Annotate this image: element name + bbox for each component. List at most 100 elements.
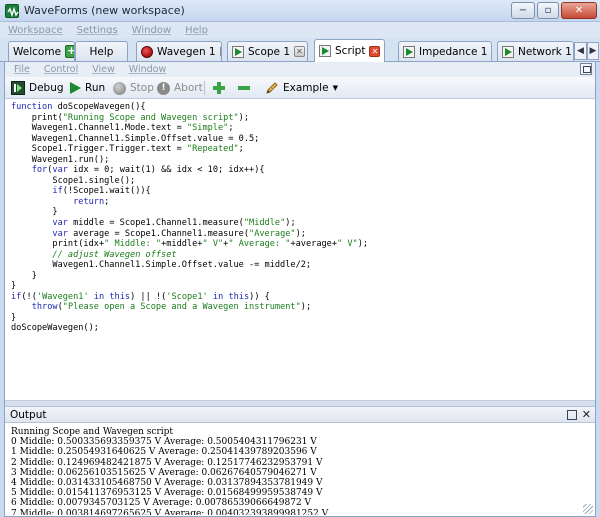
output-line: 0 Middle: 0.500335693359375 V Average: 0… [11,437,317,448]
example-dropdown[interactable]: Example ▼ [265,80,338,96]
tab-network-1[interactable]: Network 1 [497,41,574,61]
code-editor[interactable]: function doScopeWavegen(){ print("Runnin… [5,99,595,401]
close-icon[interactable]: ✕ [294,46,306,57]
main-menu-bar: Workspace Settings Window Help [0,22,600,38]
menu-window[interactable]: Window [129,64,166,75]
output-header: Output ✕ [5,406,595,423]
debug-icon [11,81,25,95]
menu-window[interactable]: Window [132,25,171,36]
abort-label: Abort [174,82,203,94]
close-icon[interactable]: ✕ [219,46,221,57]
run-label: Run [85,82,106,94]
play-icon [502,45,514,58]
output-line: 3 Middle: 0.06256103515625 V Average: 0.… [11,467,317,478]
close-icon[interactable]: ✕ [369,45,381,57]
tab-impedance-1[interactable]: Impedance 1 ✕ [398,41,492,61]
code-line: if(!Scope1.wait()){ [52,186,151,197]
play-icon [403,45,415,58]
waveforms-logo-icon [5,4,19,18]
output-title: Output [10,409,47,421]
menu-settings[interactable]: Settings [77,25,118,36]
output-line: 1 Middle: 0.25054931640625 V Average: 0.… [11,447,317,458]
output-line: 6 Middle: 0.0079345703125 V Average: 0.0… [11,498,312,509]
menu-view[interactable]: View [92,64,115,75]
minimize-button[interactable]: − [511,2,535,19]
debug-label: Debug [29,82,64,94]
code-line: throw("Please open a Scope and a Wavegen… [31,302,312,313]
output-line: 5 Middle: 0.015411376953125 V Average: 0… [11,488,323,499]
close-button[interactable]: ✕ [561,2,597,19]
menu-help[interactable]: Help [185,25,208,36]
code-line: } [11,312,17,323]
toolbar-divider [204,81,205,95]
output-panel[interactable]: Running Scope and Wavegen script 0 Middle… [5,423,595,515]
abort-button[interactable]: ! Abort [157,80,203,96]
maximize-button[interactable]: ▫ [537,2,559,19]
alert-icon: ! [157,81,170,95]
code-line: // adjust Wavegen offset [52,249,177,260]
tab-scroll-right-button[interactable]: ▶ [587,42,599,60]
output-line: Running Scope and Wavegen script [11,427,174,437]
debug-button[interactable]: Debug [11,80,64,96]
add-button[interactable] [212,80,226,96]
code-line: var average = Scope1.Channel1.measure("A… [52,228,306,239]
menu-workspace[interactable]: Workspace [8,25,63,36]
tab-welcome[interactable]: Welcome + [8,41,75,61]
chevron-down-icon: ▼ [332,84,338,92]
code-line: doScopeWavegen(); [11,323,99,334]
close-icon[interactable]: ✕ [491,46,492,57]
code-line: function doScopeWavegen(){ [11,102,146,112]
tab-scroll-left-button[interactable]: ◀ [574,42,587,60]
code-line: } [11,270,37,281]
output-line: 7 Middle: 0.003814697265625 V Average: 0… [11,508,329,515]
tab-label: Impedance 1 [419,45,488,58]
stop-icon [113,81,126,95]
example-label: Example [283,82,329,94]
code-line: print(idx+" Middle: "+middle+" V"+" Aver… [11,239,369,250]
restore-icon[interactable] [580,63,592,75]
code-line: if(!('Wavegen1' in this) || !('Scope1' i… [11,291,270,302]
pencil-icon [266,82,278,94]
code-line: Wavegen1.Channel1.Simple.Offset.value -=… [11,260,312,271]
code-line: } [11,207,58,218]
menu-file[interactable]: File [14,64,30,75]
tab-label: Network 1 [518,45,572,58]
code-line: Wavegen1.run(); [11,154,110,165]
tab-script[interactable]: Script ✕ [314,39,385,62]
tab-label: Script [335,45,366,57]
play-icon [319,45,331,57]
add-icon[interactable]: + [65,45,74,58]
code-line: Scope1.single(); [11,175,136,186]
close-icon[interactable]: ✕ [582,408,591,421]
code-line: } [11,281,17,292]
script-panel: File Control View Window Debug Run Stop … [4,62,596,517]
tab-label: Scope 1 [248,45,291,58]
code-line: Wavegen1.Channel1.Mode.text = "Simple"; [11,123,234,134]
remove-button[interactable] [237,80,251,96]
code-line: var middle = Scope1.Channel1.measure("Mi… [52,218,296,229]
code-line: Wavegen1.Channel1.Simple.Offset.value = … [11,133,260,144]
output-text: Running Scope and Wavegen script 0 Middle… [11,427,340,515]
record-icon [141,45,153,58]
tab-wavegen-1[interactable]: Wavegen 1 ✕ [136,41,222,61]
output-line: 2 Middle: 0.124969482421875 V Average: 0… [11,457,323,468]
resize-grip-icon[interactable] [583,504,593,514]
plus-icon [213,82,225,94]
tab-bar: Welcome + Help Wavegen 1 ✕ Scope 1 ✕ Scr… [0,38,600,62]
tab-scope-1[interactable]: Scope 1 ✕ [227,41,308,61]
restore-icon[interactable] [567,410,577,420]
code-text: function doScopeWavegen(){ print("Runnin… [11,102,368,334]
minus-icon [238,86,250,90]
run-button[interactable]: Run [69,80,105,96]
output-line: 4 Middle: 0.031433105468750 V Average: 0… [11,478,323,489]
menu-control[interactable]: Control [44,64,78,75]
code-line: return; [73,196,110,207]
tab-label: Welcome [13,45,62,58]
script-toolbar: Debug Run Stop ! Abort Example ▼ [5,77,595,99]
stop-button[interactable]: Stop [113,80,154,96]
tab-label: Help [89,45,114,58]
tab-help[interactable]: Help [75,41,128,61]
script-menu-bar: File Control View Window [5,62,595,77]
tab-label: Wavegen 1 [157,45,216,58]
code-line: Scope1.Trigger.Trigger.text = "Repeated"… [11,144,244,155]
